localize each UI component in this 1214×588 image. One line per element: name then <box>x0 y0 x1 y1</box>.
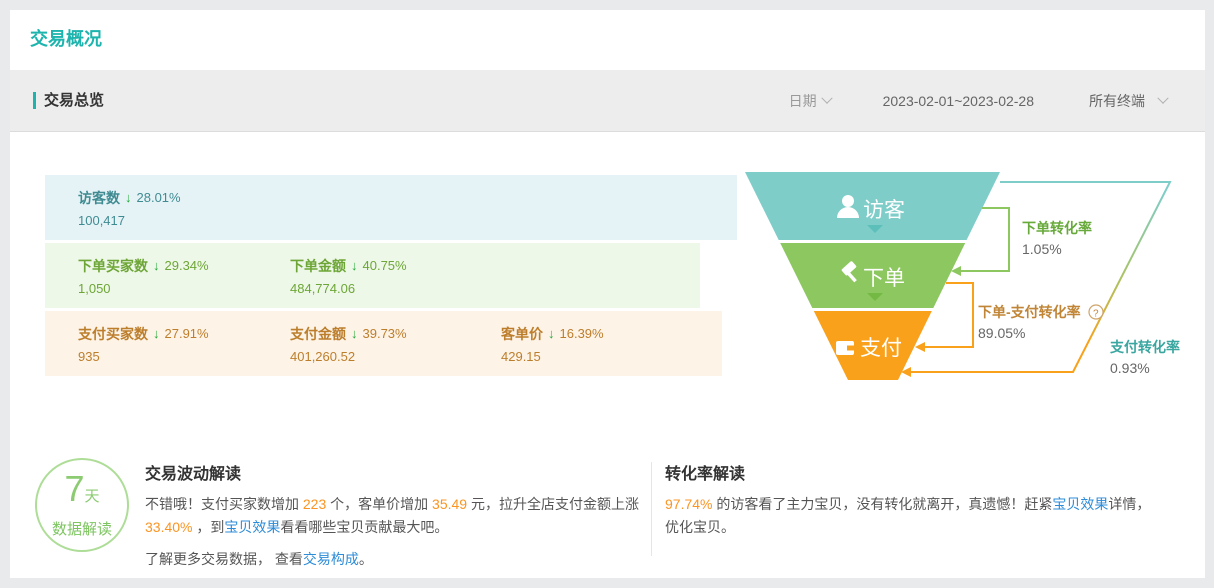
insight-text: 不错哦！支付买家数增加 <box>145 496 303 512</box>
metric-percent: 28.01% <box>137 190 181 205</box>
conversion-label: 支付转化率 <box>1109 339 1180 355</box>
funnel-stage-label: 下单 <box>863 267 905 290</box>
metric-percent: 29.34% <box>165 258 209 273</box>
insight-paragraph: 了解更多交易数据， 查看交易构成。 <box>145 548 650 571</box>
highlight-value: 35.49 <box>432 496 467 512</box>
insight-title: 交易波动解读 <box>145 460 650 484</box>
insight-text: 个，客单价增加 <box>326 496 432 512</box>
conversion-value: 0.93% <box>1110 360 1150 376</box>
date-dropdown[interactable]: 日期 <box>789 91 831 111</box>
insight-text: 看看哪些宝贝贡献最大吧。 <box>280 519 448 535</box>
trend-down-icon: ↓ <box>351 258 358 273</box>
filter-controls: 日期 2023-02-01~2023-02-28 所有终端 <box>789 91 1167 111</box>
seven-day-insight-badge: 7天 数据解读 <box>35 458 129 552</box>
metric-order-buyers: 下单买家数 ↓ 29.34% 1,050 <box>78 256 290 296</box>
trend-down-icon: ↓ <box>548 326 555 341</box>
metric-row-pay: 支付买家数 ↓ 27.91% 935 支付金额 ↓ 39.73% 401,260… <box>45 311 722 376</box>
metric-value: 401,260.52 <box>290 349 501 364</box>
section-title: 交易总览 <box>33 92 104 109</box>
metric-pay-amount: 支付金额 ↓ 39.73% 401,260.52 <box>290 324 501 364</box>
chevron-down-icon <box>1157 92 1168 103</box>
metric-value: 1,050 <box>78 281 290 296</box>
insight-paragraph: 不错哦！支付买家数增加 223 个，客单价增加 35.49 元，拉升全店支付金额… <box>145 493 650 539</box>
wallet-icon <box>836 341 854 355</box>
metric-percent: 39.73% <box>363 326 407 341</box>
metrics-panel: 访客数 ↓ 28.01% 100,417 下单买家数 ↓ 29.34% 1,05… <box>45 175 737 379</box>
conversion-label: 下单转化率 <box>1022 220 1092 236</box>
highlight-value: 33.40% <box>145 519 192 535</box>
metric-label: 客单价 <box>501 324 543 344</box>
metric-percent: 16.39% <box>560 326 604 341</box>
item-effect-link[interactable]: 宝贝效果 <box>1052 496 1108 512</box>
insight-paragraph: 97.74% 的访客看了主力宝贝，没有转化就离开，真遗憾！赶紧宝贝效果详情，优化… <box>665 493 1157 539</box>
main-panel: 交易概况 交易总览 日期 2023-02-01~2023-02-28 所有终端 … <box>10 10 1205 578</box>
metric-pay-buyers: 支付买家数 ↓ 27.91% 935 <box>78 324 290 364</box>
svg-text:?: ? <box>1093 309 1099 320</box>
date-range-picker[interactable]: 2023-02-01~2023-02-28 <box>883 93 1034 109</box>
conversion-value: 89.05% <box>978 325 1025 341</box>
chevron-down-icon <box>821 92 832 103</box>
insight-text: 的访客看了主力宝贝，没有转化就离开，真遗憾！赶紧 <box>712 496 1052 512</box>
metric-value: 429.15 <box>501 349 713 364</box>
trend-down-icon: ↓ <box>153 326 160 341</box>
insight-text: ，到 <box>192 519 224 535</box>
metric-order-amount: 下单金额 ↓ 40.75% 484,774.06 <box>290 256 501 296</box>
section-header-bar: 交易总览 日期 2023-02-01~2023-02-28 所有终端 <box>10 70 1205 132</box>
badge-unit: 天 <box>85 488 100 505</box>
help-icon[interactable]: ? <box>1089 305 1103 320</box>
page-title: 交易概况 <box>30 25 102 51</box>
item-effect-link[interactable]: 宝贝效果 <box>224 519 280 535</box>
metric-value: 100,417 <box>78 213 290 228</box>
metric-percent: 27.91% <box>165 326 209 341</box>
highlight-value: 223 <box>303 496 326 512</box>
conversion-value: 1.05% <box>1022 241 1062 257</box>
insight-title: 转化率解读 <box>665 460 1157 484</box>
metric-label: 支付买家数 <box>78 324 148 344</box>
metric-row-order: 下单买家数 ↓ 29.34% 1,050 下单金额 ↓ 40.75% 484,7… <box>45 243 700 308</box>
conversion-rate-insight: 转化率解读 97.74% 的访客看了主力宝贝，没有转化就离开，真遗憾！赶紧宝贝效… <box>665 460 1157 539</box>
funnel-stage-label: 访客 <box>863 199 905 222</box>
funnel-stage-label: 支付 <box>860 337 902 360</box>
arrow-left-icon <box>915 342 925 352</box>
trend-down-icon: ↓ <box>351 326 358 341</box>
trend-down-icon: ↓ <box>125 190 132 205</box>
metric-percent: 40.75% <box>363 258 407 273</box>
terminal-selector-label: 所有终端 <box>1089 91 1145 111</box>
terminal-selector[interactable]: 所有终端 <box>1089 91 1167 111</box>
metric-avg-order-value: 客单价 ↓ 16.39% 429.15 <box>501 324 713 364</box>
metric-label: 下单金额 <box>290 256 346 276</box>
metric-value: 935 <box>78 349 290 364</box>
highlight-value: 97.74% <box>665 496 712 512</box>
metric-visitors: 访客数 ↓ 28.01% 100,417 <box>78 188 290 228</box>
insight-text: 了解更多交易数据， 查看 <box>145 551 303 567</box>
conversion-label: 下单-支付转化率 <box>978 304 1081 320</box>
vertical-divider <box>651 462 652 556</box>
metric-label: 下单买家数 <box>78 256 148 276</box>
date-dropdown-label: 日期 <box>789 91 817 111</box>
metric-label: 访客数 <box>78 188 120 208</box>
metric-value: 484,774.06 <box>290 281 501 296</box>
metric-row-visitor: 访客数 ↓ 28.01% 100,417 <box>45 175 737 240</box>
metric-label: 支付金额 <box>290 324 346 344</box>
trend-down-icon: ↓ <box>153 258 160 273</box>
conversion-funnel-chart: 访客 下单 支付 下单转化率 1.05% 下单-支付转化率 ? 89.05% 支… <box>730 165 1205 390</box>
insight-text: 。 <box>359 551 373 567</box>
badge-number: 7 <box>64 468 84 509</box>
trade-composition-link[interactable]: 交易构成 <box>303 551 359 567</box>
insight-text: 元，拉升全店支付金额上涨 <box>467 496 639 512</box>
trade-fluctuation-insight: 交易波动解读 不错哦！支付买家数增加 223 个，客单价增加 35.49 元，拉… <box>145 460 650 571</box>
badge-caption: 数据解读 <box>37 518 127 539</box>
